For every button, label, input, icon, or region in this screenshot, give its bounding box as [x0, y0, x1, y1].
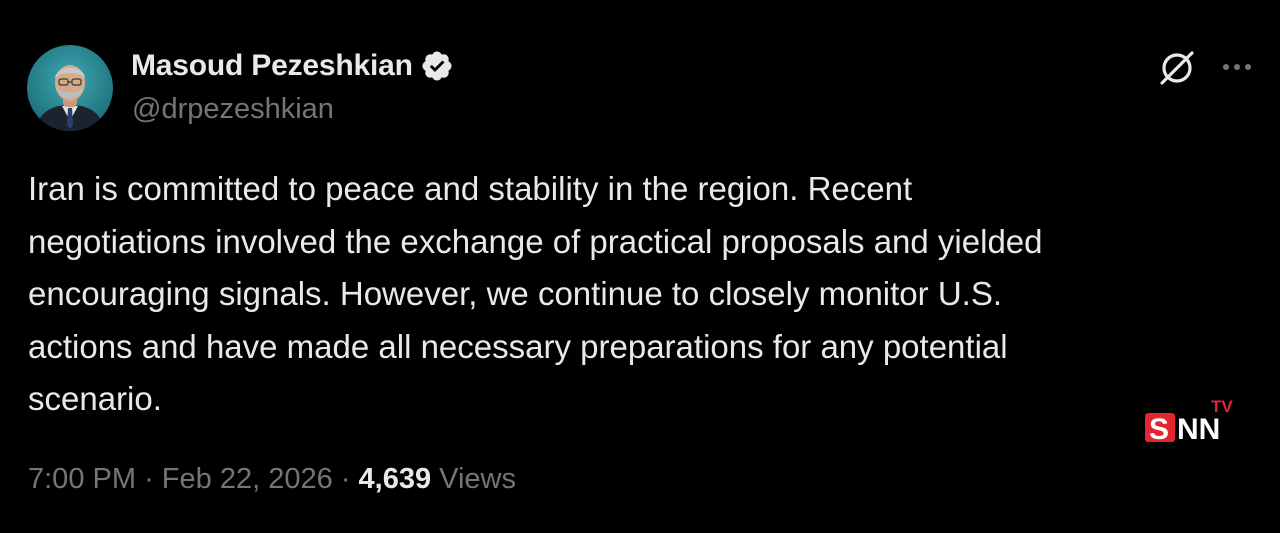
- tweet-text-line: Iran is committed to peace and stability…: [28, 170, 913, 207]
- svg-text:S: S: [1149, 413, 1169, 445]
- avatar-image: [27, 45, 113, 131]
- snn-tv-watermark-logo: TV S NN: [1145, 395, 1237, 446]
- tweet-text-line: actions and have made all necessary prep…: [28, 327, 1008, 365]
- views-count[interactable]: 4,639: [359, 463, 432, 495]
- tweet-text-line: encouraging signals. However, we continu…: [28, 275, 1002, 312]
- tweet-meta: 7:00 PM · Feb 22, 2026 · 4,639 Views: [28, 463, 516, 496]
- grok-icon[interactable]: [1157, 48, 1197, 88]
- more-options-icon[interactable]: [1219, 52, 1255, 82]
- svg-text:NN: NN: [1177, 413, 1220, 445]
- avatar[interactable]: [27, 45, 113, 131]
- meta-separator: ·: [340, 463, 351, 495]
- author-handle[interactable]: @drpezeshkian: [132, 93, 334, 126]
- tweet-text: Iran is committed to peace and stability…: [28, 163, 1248, 426]
- display-name[interactable]: Masoud Pezeshkian: [131, 49, 413, 83]
- tweet-time[interactable]: 7:00 PM: [28, 463, 136, 495]
- verified-badge-icon[interactable]: [420, 49, 454, 83]
- tweet-card: Masoud Pezeshkian @drpezeshkian Iran is …: [0, 0, 1280, 533]
- meta-separator: ·: [144, 463, 154, 495]
- tweet-text-line: negotiations involved the exchange of pr…: [28, 222, 1043, 260]
- views-label: Views: [439, 463, 516, 495]
- tweet-text-line: scenario.: [28, 380, 162, 417]
- author-row: Masoud Pezeshkian: [131, 46, 454, 86]
- tweet-date[interactable]: Feb 22, 2026: [162, 463, 333, 495]
